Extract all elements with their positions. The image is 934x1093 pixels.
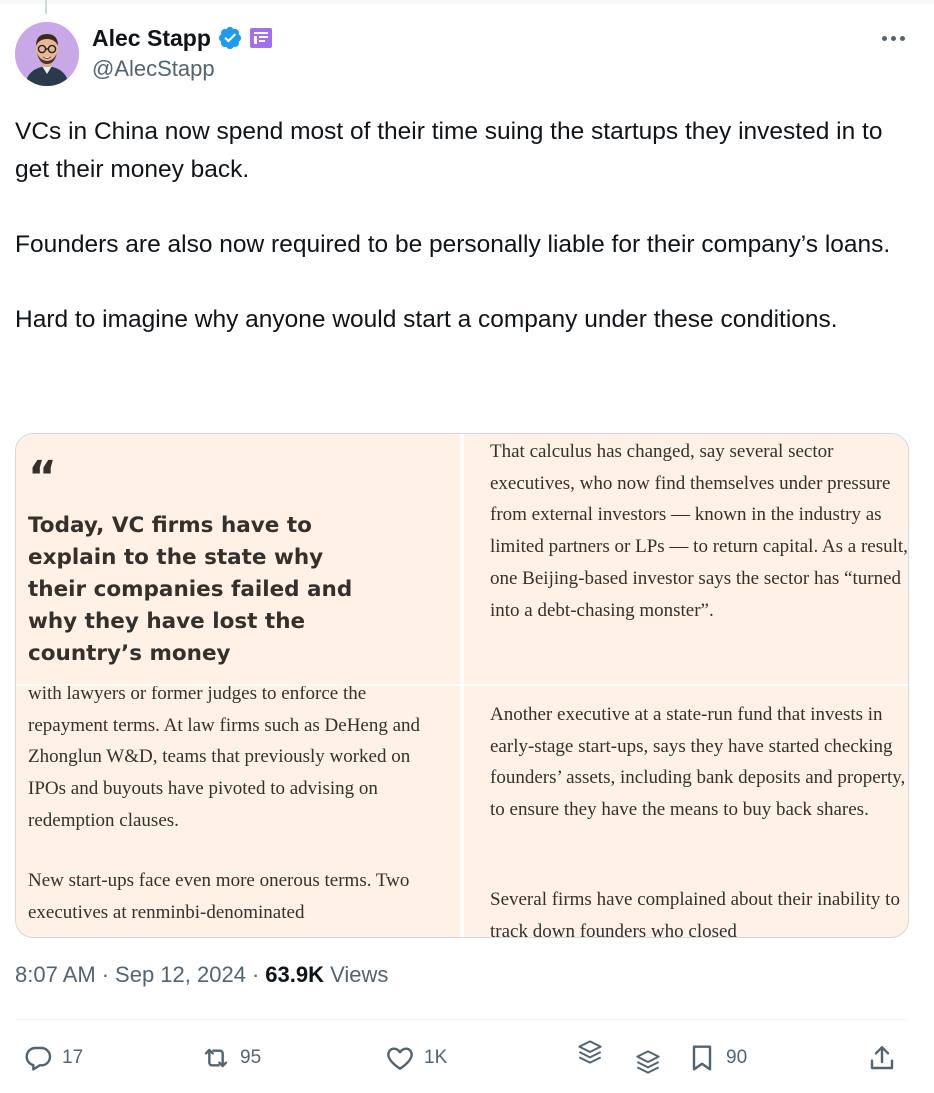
tweet-time[interactable]: 8:07 AM bbox=[15, 962, 96, 988]
article-paragraph: Several firms have complained about thei… bbox=[490, 889, 900, 937]
tweet-meta: 8:07 AM · Sep 12, 2024 · 63.9K Views bbox=[15, 962, 388, 988]
cut-off-text bbox=[28, 434, 448, 447]
divider bbox=[15, 1019, 907, 1020]
media-image-bottom-left[interactable]: with lawyers or former judges to enforce… bbox=[16, 686, 460, 937]
layers-icon bbox=[578, 1040, 602, 1064]
reply-button[interactable]: 17 bbox=[22, 1030, 83, 1086]
share-button[interactable] bbox=[866, 1030, 898, 1086]
media-image-top-right[interactable]: That calculus has changed, say several s… bbox=[464, 434, 908, 684]
media-divider-horizontal bbox=[16, 684, 908, 686]
media-image-bottom-right[interactable]: Another executive at a state-run fund th… bbox=[464, 686, 908, 937]
repost-icon bbox=[204, 1048, 228, 1068]
tweet-media-grid: “ Today, VC firms have to explain to the… bbox=[15, 433, 909, 938]
action-bar: 17 95 1K 90 bbox=[0, 1030, 934, 1086]
pull-quote: Today, VC firms have to explain to the s… bbox=[28, 513, 353, 666]
like-count: 1K bbox=[424, 1047, 448, 1068]
share-icon bbox=[870, 1046, 894, 1070]
avatar-image bbox=[15, 22, 79, 86]
tweet-paragraph: VCs in China now spend most of their tim… bbox=[15, 118, 883, 183]
top-edge bbox=[0, 0, 934, 4]
views-count: 63.9K bbox=[265, 962, 324, 987]
article-paragraph: New start-ups face even more onerous ter… bbox=[28, 870, 410, 923]
verified-badge-icon[interactable] bbox=[217, 25, 243, 51]
meta-separator: · bbox=[251, 962, 260, 987]
meta-separator: · bbox=[101, 962, 110, 987]
author-handle[interactable]: @AlecStapp bbox=[92, 56, 215, 82]
affiliate-badge-icon[interactable] bbox=[249, 27, 273, 49]
more-options-icon[interactable] bbox=[876, 26, 910, 50]
author-name-row: Alec Stapp bbox=[92, 22, 273, 54]
layers-icon bbox=[636, 1050, 660, 1074]
tweet-text: VCs in China now spend most of their tim… bbox=[15, 113, 895, 376]
quote-mark-icon: “ bbox=[28, 452, 57, 503]
tweet-paragraph: Hard to imagine why anyone would start a… bbox=[15, 305, 838, 333]
thread-connector-line bbox=[45, 0, 47, 14]
heart-icon bbox=[387, 1047, 413, 1070]
reply-icon bbox=[25, 1046, 52, 1071]
tweet-paragraph: Founders are also now required to be per… bbox=[15, 230, 891, 258]
article-paragraph: That calculus has changed, say several s… bbox=[490, 441, 908, 621]
tweet-date[interactable]: Sep 12, 2024 bbox=[115, 962, 246, 988]
author-display-name[interactable]: Alec Stapp bbox=[92, 25, 211, 52]
bookmark-icon bbox=[692, 1045, 712, 1071]
bookmark-count: 90 bbox=[726, 1047, 748, 1068]
bookmark-button[interactable]: 90 bbox=[686, 1030, 747, 1086]
repost-count: 95 bbox=[240, 1047, 262, 1068]
avatar[interactable] bbox=[15, 22, 79, 86]
grok-stack-button[interactable] bbox=[632, 1034, 664, 1090]
layers-button[interactable] bbox=[574, 1024, 606, 1080]
reply-count: 17 bbox=[62, 1047, 84, 1068]
article-paragraph: Another executive at a state-run fund th… bbox=[490, 704, 906, 821]
media-image-top-left[interactable]: “ Today, VC firms have to explain to the… bbox=[16, 434, 460, 684]
article-paragraph: with lawyers or former judges to enforce… bbox=[28, 686, 421, 831]
repost-button[interactable]: 95 bbox=[200, 1030, 261, 1086]
views-label: Views bbox=[330, 962, 389, 987]
like-button[interactable]: 1K bbox=[384, 1030, 447, 1086]
